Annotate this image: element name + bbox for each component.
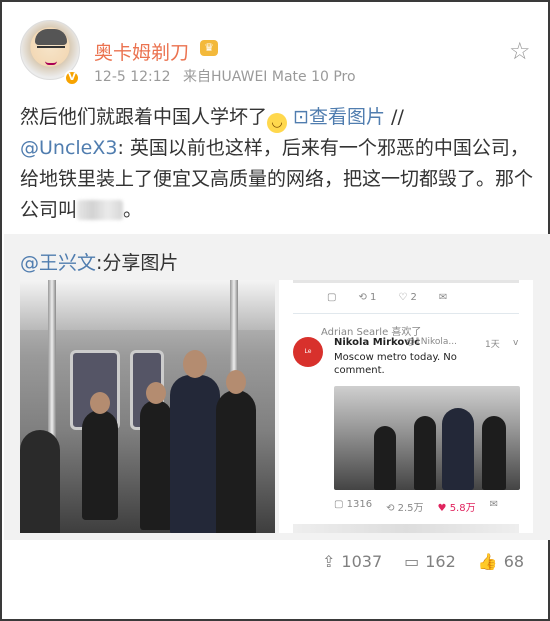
passenger (482, 416, 506, 490)
like-button[interactable]: 👍 68 (478, 552, 524, 571)
liked-by: Adrian Searle 喜欢了 (321, 327, 422, 338)
view-image-label: 查看图片 (308, 106, 385, 128)
passenger (374, 426, 396, 490)
retweet-count: ⟲ 1 (358, 292, 377, 303)
tweet-stats: ▢ 1316 ⟲ 2.5万 ♥ 5.8万 ✉ (334, 499, 498, 514)
thumbs-up-icon: 👍 (477, 552, 498, 571)
reply-icon: ▢ (327, 292, 337, 303)
repost-button[interactable]: ⇪ 1037 (322, 552, 382, 571)
repost-count: 1037 (341, 552, 383, 571)
timestamp: 12-5 12:12 (94, 69, 171, 85)
post-line-text: 然后他们就跟着中国人学坏了 (20, 106, 268, 128)
metro-photo[interactable] (20, 280, 275, 533)
tweet-image (334, 386, 520, 490)
passenger (216, 390, 256, 533)
passenger (20, 430, 60, 533)
dm-icon: ✉ (489, 499, 498, 510)
passenger-head (146, 382, 166, 404)
mention-unclex3[interactable]: @UncleX3 (20, 137, 117, 159)
twitter-screenshot[interactable]: ▢ ⟲ 1 ♡ 2 ✉ Adrian Searle 喜欢了 Le marteau… (279, 280, 533, 533)
dm-icon: ✉ (438, 292, 448, 303)
crown-icon: ♛ (200, 40, 218, 56)
repost-separator: // (391, 106, 404, 128)
like-count: 68 (503, 552, 525, 571)
image-icon: ⊡ (293, 106, 309, 128)
view-image-link[interactable]: ⊡查看图片 (293, 106, 385, 128)
tweet-text: Moscow metro today. No comment. (334, 352, 457, 376)
tweet-author-handle: @1Nikola... (406, 337, 457, 347)
reply-count: ▢ 1316 (334, 499, 373, 510)
retweet-text: :分享图片 (96, 252, 179, 274)
avatar-mouth (45, 61, 57, 65)
next-tweet-preview (293, 524, 519, 533)
passenger (442, 408, 474, 490)
passenger (82, 410, 118, 520)
tweet-divider (293, 313, 519, 314)
post-meta: 12-5 12:12 来自HUAWEI Mate 10 Pro (94, 66, 356, 86)
username[interactable]: 奥卡姆剃刀 (94, 38, 189, 65)
chevron-down-icon: v (513, 338, 519, 348)
passenger (170, 375, 220, 533)
passenger-head (90, 392, 110, 414)
tweet-top-edge (293, 280, 519, 283)
avatar-glasses (37, 46, 65, 54)
retweet-count: ⟲ 2.5万 (386, 503, 424, 514)
like-count: ♡ 2 (398, 292, 417, 303)
retweet-header: @王兴文:分享图片 (20, 248, 178, 275)
passenger (140, 400, 172, 530)
comment-button[interactable]: ▭ 162 (404, 552, 456, 571)
mention-wangxingwen[interactable]: @王兴文 (20, 252, 96, 274)
tweet-time: 1天 (485, 340, 500, 350)
passenger-head (183, 350, 207, 378)
device-source: 来自HUAWEI Mate 10 Pro (183, 69, 356, 85)
star-icon[interactable]: ☆ (509, 39, 531, 63)
quote-end: 。 (123, 199, 143, 221)
avatar-hair (35, 29, 67, 45)
passenger-head (226, 370, 246, 394)
tweet-author-avatar: Le marteau (293, 337, 323, 385)
tweet-top-actions: ▢ ⟲ 1 ♡ 2 ✉ (327, 292, 447, 303)
comment-icon: ▭ (404, 552, 420, 571)
like-count: ♥ 5.8万 (437, 503, 476, 514)
post-text: 然后他们就跟着中国人学坏了 ◡ ⊡查看图片 // @UncleX3: 英国以前也这… (20, 102, 540, 226)
laugh-cry-emoji-icon: ◡ (267, 113, 288, 133)
weibo-card: V 奥卡姆剃刀 ♛ 12-5 12:12 来自HUAWEI Mate 10 Pr… (0, 0, 550, 621)
repost-icon: ⇪ (322, 552, 336, 571)
passenger (414, 416, 436, 490)
verified-icon: V (64, 70, 80, 86)
comment-count: 162 (425, 552, 456, 571)
action-bar: ⇪ 1037 ▭ 162 👍 68 (322, 552, 524, 571)
blurred-company-name (77, 200, 124, 220)
